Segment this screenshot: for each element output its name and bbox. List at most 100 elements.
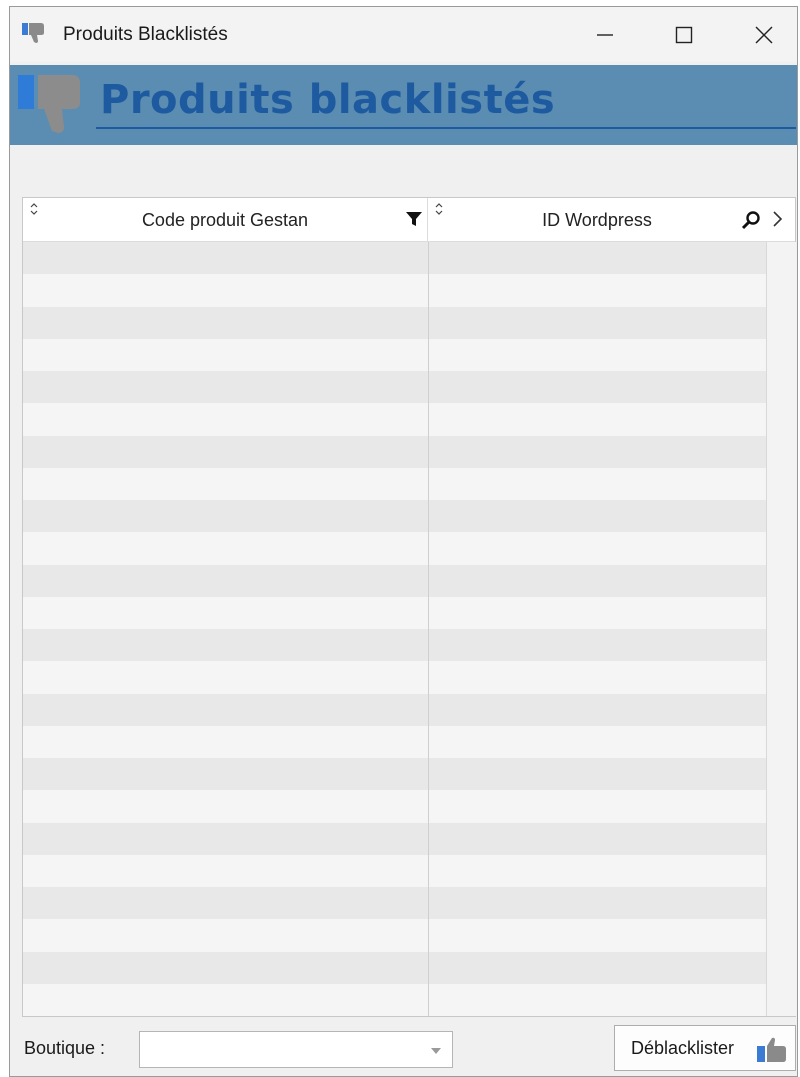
cell-code-produit[interactable] [23,823,428,855]
cell-code-produit[interactable] [23,952,428,984]
cell-id-wordpress[interactable] [428,242,766,274]
cell-code-produit[interactable] [23,661,428,693]
cell-id-wordpress[interactable] [428,597,766,629]
table-row[interactable] [23,596,766,629]
sort-icon[interactable] [29,202,39,216]
header-banner: Produits blacklistés [10,65,797,145]
table-row[interactable] [23,951,766,984]
cell-code-produit[interactable] [23,758,428,790]
table-row[interactable] [23,500,766,533]
cell-id-wordpress[interactable] [428,790,766,822]
table-row[interactable] [23,693,766,726]
cell-code-produit[interactable] [23,565,428,597]
cell-id-wordpress[interactable] [428,887,766,919]
cell-id-wordpress[interactable] [428,403,766,435]
window-title: Produits Blacklistés [63,24,228,45]
cell-code-produit[interactable] [23,726,428,758]
table-body[interactable] [23,242,766,1016]
cell-id-wordpress[interactable] [428,307,766,339]
cell-id-wordpress[interactable] [428,855,766,887]
cell-id-wordpress[interactable] [428,532,766,564]
table-row[interactable] [23,338,766,371]
cell-id-wordpress[interactable] [428,500,766,532]
minimize-button[interactable] [575,7,635,62]
cell-id-wordpress[interactable] [428,274,766,306]
table-row[interactable] [23,887,766,920]
cell-id-wordpress[interactable] [428,371,766,403]
table-row[interactable] [23,403,766,436]
cell-code-produit[interactable] [23,919,428,951]
maximize-icon [675,26,693,43]
column-label: Code produit Gestan [141,209,309,230]
table-row[interactable] [23,854,766,887]
table-row[interactable] [23,919,766,952]
cell-code-produit[interactable] [23,887,428,919]
table-row[interactable] [23,661,766,694]
column-header-id-wordpress[interactable]: ID Wordpress [428,198,766,242]
cell-code-produit[interactable] [23,984,428,1016]
cell-code-produit[interactable] [23,500,428,532]
cell-code-produit[interactable] [23,339,428,371]
minimize-icon [597,33,613,36]
cell-id-wordpress[interactable] [428,565,766,597]
cell-code-produit[interactable] [23,694,428,726]
cell-id-wordpress[interactable] [428,339,766,371]
cell-code-produit[interactable] [23,403,428,435]
column-header-code-produit[interactable]: Code produit Gestan [23,198,428,242]
cell-code-produit[interactable] [23,242,428,274]
table-row[interactable] [23,983,766,1016]
unblacklist-button[interactable]: Déblacklister [614,1025,796,1071]
maximize-button[interactable] [654,7,714,62]
chevron-down-icon[interactable] [430,1047,442,1055]
cell-id-wordpress[interactable] [428,629,766,661]
shop-label: Boutique : [24,1038,106,1058]
table-row[interactable] [23,274,766,307]
cell-code-produit[interactable] [23,274,428,306]
table-row[interactable] [23,790,766,823]
cell-id-wordpress[interactable] [428,952,766,984]
cell-code-produit[interactable] [23,371,428,403]
cell-code-produit[interactable] [23,468,428,500]
table-row[interactable] [23,725,766,758]
cell-code-produit[interactable] [23,307,428,339]
table-row[interactable] [23,435,766,468]
close-button[interactable] [734,7,794,62]
cell-id-wordpress[interactable] [428,984,766,1016]
table-header: Code produit Gestan ID Wordpress [23,198,795,242]
cell-id-wordpress[interactable] [428,436,766,468]
table-row[interactable] [23,242,766,275]
cell-id-wordpress[interactable] [428,758,766,790]
blacklisted-products-table[interactable]: Code produit Gestan ID Wordpress [22,197,796,1017]
table-row[interactable] [23,371,766,404]
cell-code-produit[interactable] [23,532,428,564]
shop-select[interactable] [139,1031,453,1068]
cell-id-wordpress[interactable] [428,919,766,951]
cell-code-produit[interactable] [23,597,428,629]
cell-id-wordpress[interactable] [428,823,766,855]
column-divider [428,242,429,1016]
cell-code-produit[interactable] [23,790,428,822]
thumbs-down-icon [18,75,80,133]
table-row[interactable] [23,532,766,565]
search-icon[interactable] [741,210,761,230]
filter-icon[interactable] [405,210,423,228]
cell-id-wordpress[interactable] [428,661,766,693]
cell-code-produit[interactable] [23,855,428,887]
cell-id-wordpress[interactable] [428,694,766,726]
cell-id-wordpress[interactable] [428,468,766,500]
title-bar[interactable]: Produits Blacklistés [10,7,797,62]
title-underline [96,127,796,129]
cell-code-produit[interactable] [23,629,428,661]
table-row[interactable] [23,758,766,791]
table-row[interactable] [23,467,766,500]
page-title: Produits blacklistés [100,77,556,123]
sort-icon[interactable] [434,202,444,216]
table-row[interactable] [23,564,766,597]
table-row[interactable] [23,629,766,662]
table-row[interactable] [23,822,766,855]
table-row[interactable] [23,306,766,339]
chevron-right-icon[interactable] [771,209,785,229]
cell-id-wordpress[interactable] [428,726,766,758]
vertical-scrollbar[interactable] [766,242,796,1016]
cell-code-produit[interactable] [23,436,428,468]
